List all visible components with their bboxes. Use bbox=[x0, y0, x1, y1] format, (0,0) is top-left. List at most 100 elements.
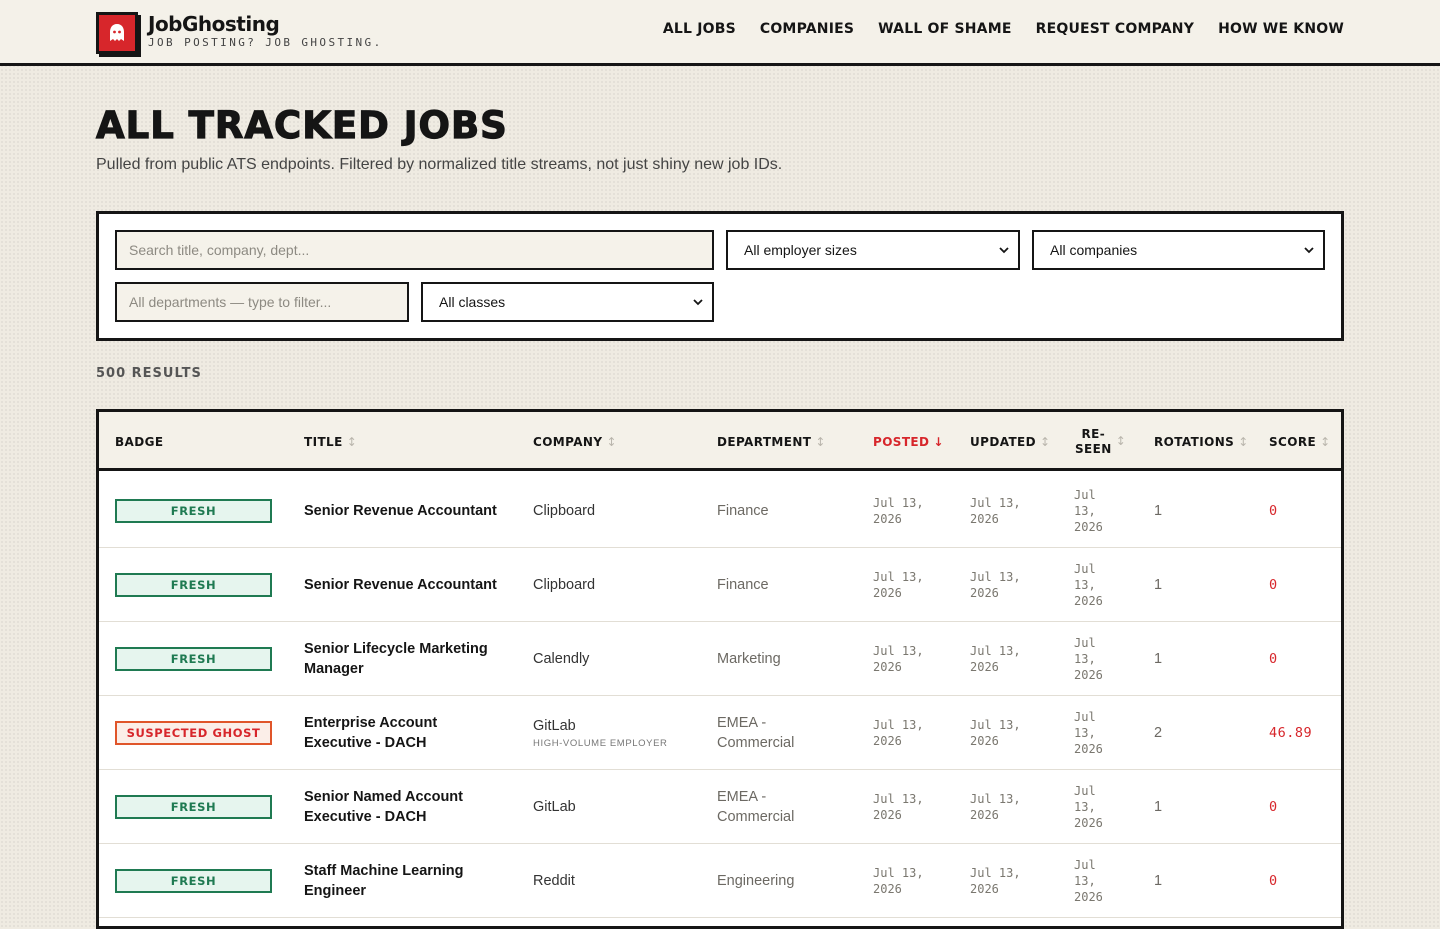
reseen-date: Jul 13, 2026 bbox=[1074, 858, 1103, 904]
company-cell: GitLab HIGH-VOLUME EMPLOYER bbox=[533, 696, 703, 770]
title-cell: Enterprise Account Executive - DACH bbox=[304, 696, 504, 770]
col-reseen-line1: RE- bbox=[1081, 426, 1106, 441]
department-filter-input[interactable]: All departments — type to filter... bbox=[115, 282, 409, 322]
posted-date: Jul 13, 2026 bbox=[873, 496, 924, 526]
reseen-cell: Jul 13, 2026 bbox=[1074, 696, 1134, 770]
posted-cell: Jul 13, 2026 bbox=[873, 622, 958, 696]
col-reseen-line2: SEEN bbox=[1075, 441, 1112, 456]
brand-name[interactable]: JobGhosting bbox=[148, 12, 280, 36]
posted-date: Jul 13, 2026 bbox=[873, 866, 924, 896]
reseen-date: Jul 13, 2026 bbox=[1074, 488, 1103, 534]
class-select[interactable]: All classes bbox=[421, 282, 714, 322]
company-note: HIGH-VOLUME EMPLOYER bbox=[533, 737, 668, 749]
company-link[interactable]: Clipboard bbox=[533, 503, 703, 519]
site-header: JobGhosting JOB POSTING? JOB GHOSTING. A… bbox=[0, 0, 1440, 66]
table-row[interactable]: FRESH Senior Named Account Executive - D… bbox=[99, 770, 1341, 844]
company-link[interactable]: Reddit bbox=[533, 873, 703, 889]
rotations-cell: 1 bbox=[1154, 844, 1162, 918]
col-rotations-sort[interactable]: ROTATIONS ↕ bbox=[1154, 412, 1249, 471]
logo[interactable] bbox=[96, 12, 138, 54]
updated-cell: Jul 13, 2026 bbox=[970, 696, 1055, 770]
nav-companies[interactable]: COMPANIES bbox=[760, 21, 854, 37]
sort-desc-icon: ↓ bbox=[933, 434, 944, 449]
department-cell: Engineering bbox=[717, 844, 847, 918]
company-link[interactable]: GitLab bbox=[533, 799, 703, 815]
status-badge: FRESH bbox=[115, 795, 272, 819]
results-count: 500 RESULTS bbox=[96, 366, 202, 381]
col-rotations-label: ROTATIONS bbox=[1154, 434, 1235, 449]
posted-date: Jul 13, 2026 bbox=[873, 792, 924, 822]
status-badge: SUSPECTED GHOST bbox=[115, 721, 272, 745]
ghost-score: 46.89 bbox=[1269, 725, 1313, 741]
department-cell: Marketing bbox=[717, 622, 847, 696]
col-score-sort[interactable]: SCORE ↕ bbox=[1269, 412, 1331, 471]
job-title-link[interactable]: Senior Lifecycle Marketing Manager bbox=[304, 639, 504, 679]
col-department-label: DEPARTMENT bbox=[717, 434, 812, 449]
nav-wall-of-shame[interactable]: WALL OF SHAME bbox=[878, 21, 1011, 37]
job-title-link[interactable]: Senior Revenue Accountant bbox=[304, 501, 504, 521]
company-link[interactable]: GitLab bbox=[533, 718, 703, 734]
col-badge: BADGE bbox=[115, 412, 163, 471]
rotations-value: 1 bbox=[1154, 577, 1163, 593]
title-cell: Staff Machine Learning Engineer bbox=[304, 844, 504, 918]
table-row[interactable]: FRESH Senior Revenue Accountant Clipboar… bbox=[99, 548, 1341, 622]
updated-date: Jul 13, 2026 bbox=[970, 570, 1021, 600]
job-title-link[interactable]: Senior Named Account Executive - DACH bbox=[304, 787, 504, 827]
chevron-down-icon bbox=[999, 247, 1009, 254]
badge-cell: FRESH bbox=[115, 770, 272, 844]
badge-cell: FRESH bbox=[115, 548, 272, 622]
search-input[interactable]: Search title, company, dept... bbox=[115, 230, 714, 270]
ghost-score: 0 bbox=[1269, 503, 1278, 519]
department-text: EMEA - Commercial bbox=[717, 715, 795, 751]
updated-date: Jul 13, 2026 bbox=[970, 718, 1021, 748]
title-cell: Senior Named Account Executive - DACH bbox=[304, 770, 504, 844]
sort-icon: ↕ bbox=[1320, 434, 1331, 449]
updated-date: Jul 13, 2026 bbox=[970, 792, 1021, 822]
reseen-cell: Jul 13, 2026 bbox=[1074, 844, 1134, 918]
job-title-link[interactable]: Enterprise Account Executive - DACH bbox=[304, 713, 504, 753]
brand-tagline: JOB POSTING? JOB GHOSTING. bbox=[148, 36, 383, 49]
score-cell: 0 bbox=[1269, 770, 1278, 844]
ghost-score: 0 bbox=[1269, 651, 1278, 667]
updated-cell: Jul 13, 2026 bbox=[970, 770, 1055, 844]
sort-icon: ↕ bbox=[346, 434, 358, 449]
col-department-sort[interactable]: DEPARTMENT ↕ bbox=[717, 412, 826, 471]
rotations-value: 1 bbox=[1154, 873, 1163, 889]
employer-size-select[interactable]: All employer sizes bbox=[726, 230, 1020, 270]
jobs-table: BADGE TITLE ↕ COMPANY ↕ DEPARTMENT ↕ POSTED… bbox=[96, 409, 1344, 929]
status-badge: FRESH bbox=[115, 869, 272, 893]
department-text: Marketing bbox=[717, 651, 781, 667]
company-select[interactable]: All companies bbox=[1032, 230, 1325, 270]
company-cell: Clipboard bbox=[533, 548, 703, 622]
company-link[interactable]: Clipboard bbox=[533, 577, 703, 593]
table-row[interactable]: SUSPECTED GHOST Enterprise Account Execu… bbox=[99, 696, 1341, 770]
col-updated-label: UPDATED bbox=[970, 434, 1036, 449]
department-cell: EMEA - Commercial bbox=[717, 770, 847, 844]
nav-how-we-know[interactable]: HOW WE KNOW bbox=[1218, 21, 1344, 37]
updated-cell: Jul 13, 2026 bbox=[970, 548, 1055, 622]
updated-date: Jul 13, 2026 bbox=[970, 866, 1021, 896]
col-reseen-sort[interactable]: RE- SEEN ↕ bbox=[1075, 412, 1126, 471]
table-row[interactable]: FRESH Senior Revenue Accountant Clipboar… bbox=[99, 474, 1341, 548]
department-text: Finance bbox=[717, 577, 769, 593]
nav-request-company[interactable]: REQUEST COMPANY bbox=[1036, 21, 1194, 37]
nav-all-jobs[interactable]: ALL JOBS bbox=[663, 21, 736, 37]
company-link[interactable]: Calendly bbox=[533, 651, 703, 667]
rotations-value: 1 bbox=[1154, 651, 1163, 667]
employer-size-value: All employer sizes bbox=[744, 242, 857, 258]
col-title-sort[interactable]: TITLE ↕ bbox=[304, 412, 357, 471]
updated-date: Jul 13, 2026 bbox=[970, 644, 1021, 674]
company-cell: Calendly bbox=[533, 622, 703, 696]
job-title-link[interactable]: Senior Revenue Accountant bbox=[304, 575, 504, 595]
table-row[interactable]: FRESH Senior Lifecycle Marketing Manager… bbox=[99, 622, 1341, 696]
job-title-link[interactable]: Staff Machine Learning Engineer bbox=[304, 861, 504, 901]
reseen-date: Jul 13, 2026 bbox=[1074, 710, 1103, 756]
posted-cell: Jul 13, 2026 bbox=[873, 548, 958, 622]
table-row[interactable]: FRESH Staff Machine Learning Engineer Re… bbox=[99, 844, 1341, 918]
col-posted-sort[interactable]: POSTED ↓ bbox=[873, 412, 944, 471]
score-cell: 0 bbox=[1269, 622, 1278, 696]
col-company-sort[interactable]: COMPANY ↕ bbox=[533, 412, 617, 471]
col-updated-sort[interactable]: UPDATED ↕ bbox=[970, 412, 1050, 471]
sort-icon: ↕ bbox=[1040, 434, 1051, 449]
rotations-cell: 1 bbox=[1154, 474, 1162, 548]
